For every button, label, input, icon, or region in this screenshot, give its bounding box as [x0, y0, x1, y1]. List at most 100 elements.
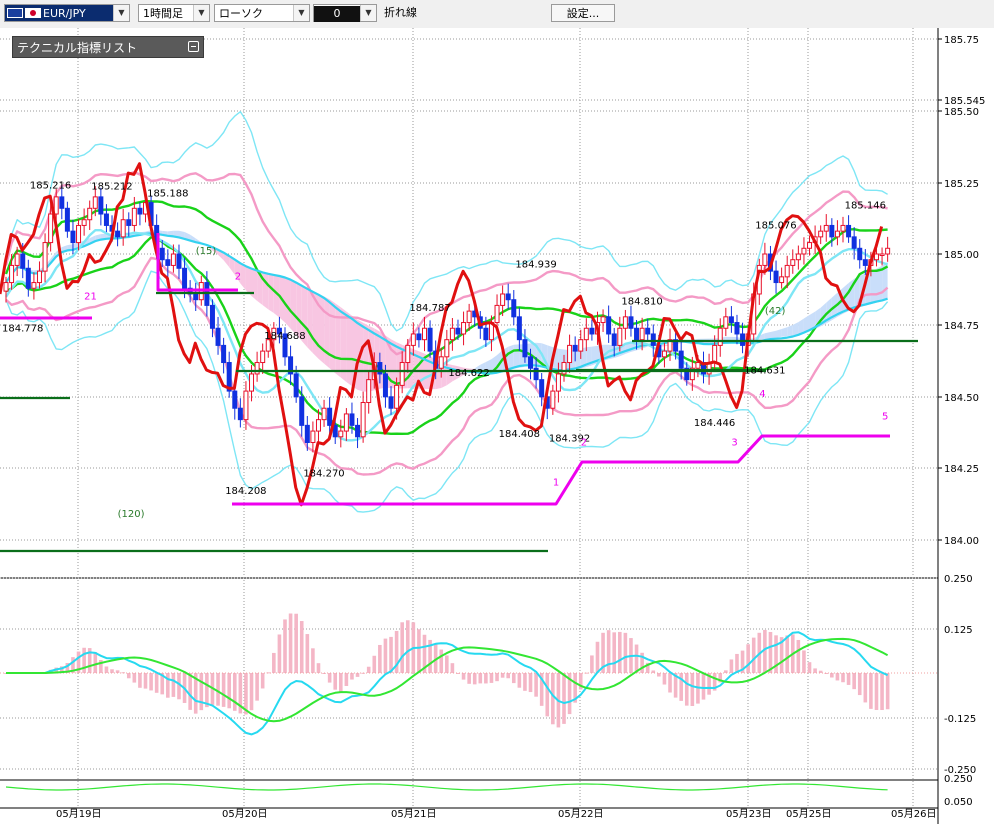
chevron-down-icon[interactable]: ▼: [193, 5, 209, 21]
y-tick-label: 184.25: [944, 464, 979, 475]
timeframe-select[interactable]: 1時間足 ▼: [138, 4, 210, 22]
macd-histogram-bar: [807, 662, 812, 673]
ichimoku-cloud: [335, 303, 341, 378]
settings-button[interactable]: 設定...: [551, 4, 615, 22]
price-label: 185.146: [845, 200, 886, 211]
candle-body: [734, 322, 740, 335]
macd-histogram-bar: [545, 673, 550, 717]
collapse-icon[interactable]: [188, 41, 199, 52]
eu-flag-icon: [7, 8, 23, 18]
y-tick-label: 185.545: [944, 96, 985, 107]
jp-flag-icon: [25, 8, 41, 18]
candle-body: [779, 276, 785, 284]
ichimoku-cloud: [251, 268, 258, 301]
candle-body: [70, 230, 76, 244]
price-label: 184.408: [499, 429, 540, 440]
candle-body: [176, 253, 182, 269]
toolbar: EUR/JPY ▼ 1時間足 ▼ ローソク ▼ 0 ▼ 折れ線 設定...: [0, 0, 994, 29]
chevron-down-icon[interactable]: ▼: [293, 5, 309, 21]
macd-histogram-bar: [484, 673, 488, 684]
price-label: 184.939: [515, 259, 556, 270]
candle-body: [823, 224, 829, 232]
macd-histogram-bar: [171, 673, 176, 697]
macd-histogram-bar: [768, 631, 773, 673]
macd-histogram-bar: [841, 673, 845, 683]
macd-histogram-bar: [606, 630, 611, 673]
macd-histogram-bar: [830, 673, 834, 678]
chart-type-select[interactable]: ローソク ▼: [214, 4, 310, 22]
candle-body: [360, 402, 366, 438]
candle-body: [550, 390, 556, 409]
chevron-down-icon[interactable]: ▼: [113, 5, 129, 21]
candle-body: [505, 293, 511, 301]
candle-body: [466, 310, 472, 324]
x-tick-label: 05月21日: [391, 808, 436, 820]
macd-histogram-bar: [188, 673, 192, 710]
macd-histogram-bar: [813, 668, 817, 673]
ichimoku-cloud: [290, 279, 297, 335]
candle-body: [795, 253, 801, 261]
candle-body: [494, 304, 500, 324]
macd-histogram-bar: [154, 673, 159, 693]
y-tick-label: 185.25: [944, 179, 979, 190]
candle-body: [572, 344, 578, 352]
chevron-down-icon[interactable]: ▼: [360, 5, 376, 21]
candle-body: [366, 379, 372, 404]
macd-histogram-bar: [249, 673, 254, 711]
macd-histogram-bar: [339, 673, 343, 692]
macd-histogram-bar: [93, 652, 98, 673]
macd-histogram-bar: [618, 631, 622, 673]
annotation-label: 3: [731, 437, 737, 448]
macd-histogram-bar: [283, 619, 287, 673]
x-tick-label: 05月26日: [891, 808, 936, 820]
candle-body: [427, 327, 433, 352]
macd-histogram-bar: [260, 673, 265, 689]
price-label: 185.076: [755, 220, 796, 231]
timeframe-label: 1時間足: [143, 7, 183, 20]
candle-body: [315, 419, 321, 432]
macd-histogram-bar: [104, 666, 109, 673]
candle-body: [87, 207, 93, 221]
macd-histogram-bar: [612, 632, 617, 673]
candle-body: [455, 327, 461, 335]
indicator-list-panel[interactable]: テクニカル指標リスト: [12, 36, 204, 58]
candle-body: [818, 230, 824, 238]
macd-histogram-bar: [311, 648, 315, 673]
macd-histogram-bar: [110, 669, 114, 673]
macd-histogram-bar: [517, 673, 522, 688]
candle-body: [115, 230, 121, 238]
sub-tick-label: 0.250: [944, 774, 973, 785]
price-label: 184.688: [264, 331, 305, 342]
macd-histogram-bar: [461, 673, 466, 680]
macd-histogram-bar: [835, 673, 840, 681]
candle-body: [873, 253, 879, 261]
annotation-label: (15): [196, 246, 217, 257]
macd-histogram-bar: [205, 673, 209, 708]
candle-body: [304, 424, 310, 443]
macd-histogram-bar: [506, 673, 510, 679]
candle-body: [48, 213, 54, 244]
macd-histogram-bar: [528, 673, 533, 693]
macd-histogram-bar: [405, 620, 410, 673]
candle-body: [3, 282, 9, 292]
candle-body: [628, 316, 634, 329]
symbol-select[interactable]: EUR/JPY ▼: [4, 4, 130, 22]
macd-histogram-bar: [489, 673, 494, 683]
candle-body: [243, 390, 249, 421]
candle-body: [170, 253, 176, 266]
macd-histogram-bar: [595, 641, 600, 673]
candle-body: [20, 253, 26, 269]
candle-body: [567, 344, 573, 364]
candle-body: [444, 339, 450, 358]
macd-histogram-bar: [534, 673, 538, 697]
candle-body: [64, 207, 70, 232]
candle-body: [555, 373, 561, 392]
indicator-list-label: テクニカル指標リスト: [17, 41, 138, 55]
candle-body: [634, 327, 640, 341]
ichimoku-cloud: [770, 330, 776, 339]
macd-histogram-bar: [277, 634, 282, 673]
candle-body: [120, 219, 126, 238]
value-select[interactable]: 0 ▼: [313, 4, 377, 22]
candle-body: [9, 264, 15, 284]
candle-body: [221, 344, 227, 364]
